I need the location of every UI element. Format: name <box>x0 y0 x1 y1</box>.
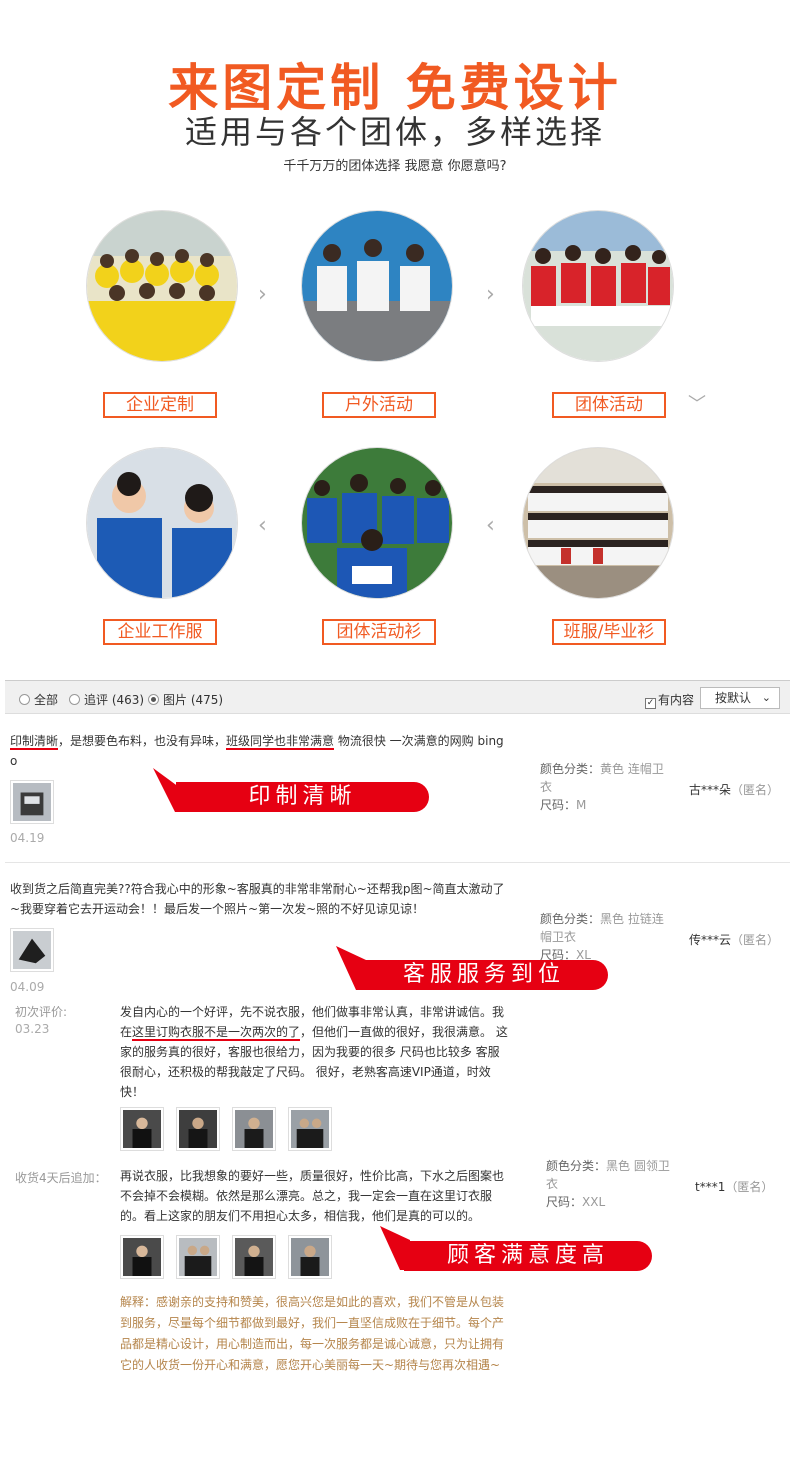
review-1-photo-thumb[interactable] <box>10 780 54 824</box>
review-3-sku: 颜色分类：黑色 圆领卫衣尺码：XXL <box>546 1159 670 1209</box>
review-3-photo-thumb[interactable] <box>232 1107 276 1151</box>
review-divider <box>5 862 790 863</box>
chevron-down-icon: ﹀ <box>688 394 706 415</box>
review-3-followup-photo-thumb[interactable] <box>288 1235 332 1279</box>
review-3-followup-photo-thumb[interactable] <box>232 1235 276 1279</box>
category-label-workwear[interactable]: 企业工作服 <box>103 619 217 645</box>
category-label-enterprise[interactable]: 企业定制 <box>103 392 217 418</box>
category-photo-workwear[interactable] <box>86 447 238 599</box>
review-3-followup-photo-thumb[interactable] <box>176 1235 220 1279</box>
review-2-sku: 颜色分类：黑色 拉链连 帽卫衣 尺码：XL <box>540 912 664 962</box>
chevron-left-icon: ‹ <box>258 513 267 538</box>
chevron-right-icon: › <box>258 282 267 307</box>
filter-followup[interactable]: 追评 (463) <box>69 691 144 708</box>
filter-followup-label: 追评 (463) <box>84 693 145 707</box>
review-2-user: 传***云（匿名） <box>689 933 780 947</box>
seller-reply: 解释：感谢亲的支持和赞美，很高兴您是如此的喜欢，我们不管是从包装 到服务，尽量每… <box>120 1295 505 1372</box>
review-3-photo-thumb[interactable] <box>176 1107 220 1151</box>
followup-label: 收货4天后追加： <box>15 1171 107 1185</box>
first-review-date: 03.23 <box>15 1022 50 1036</box>
radio-icon[interactable] <box>69 694 80 705</box>
highlight-banner-print-clear: 印制清晰 <box>176 782 429 812</box>
checkbox-checked-icon[interactable]: ✓ <box>645 698 656 709</box>
review-1-date: 04.19 <box>10 831 45 845</box>
sort-select[interactable]: 按默认 ⌄ <box>700 687 780 709</box>
highlight-banner-satisfaction: 顾客满意度高 <box>404 1241 652 1271</box>
has-content-label: 有内容 <box>658 693 695 707</box>
filter-pictures[interactable]: 图片 (475) <box>148 691 223 708</box>
review-2-photo-thumb[interactable] <box>10 928 54 972</box>
review-1-sku: 颜色分类：黄色 连帽卫衣尺码：M <box>540 762 664 812</box>
page-tagline: 千千万万的团体选择 我愿意 你愿意吗? <box>283 159 507 174</box>
filter-has-content[interactable]: ✓ 有内容 <box>645 691 694 709</box>
filter-pictures-label: 图片 (475) <box>163 693 224 707</box>
review-3-first-text: 发自内心的一个好评，先不说衣服，他们做事非常认真，非常讲诚信。我 在这里订购衣服… <box>120 1005 508 1099</box>
radio-icon[interactable] <box>19 694 30 705</box>
filter-all[interactable]: 全部 <box>19 691 58 708</box>
filter-all-label: 全部 <box>34 693 59 707</box>
review-3-user: t***1（匿名） <box>695 1180 774 1194</box>
review-3-followup-text: 再说衣服，比我想象的要好一些，质量很好，性价比高，下水之后图案也 不会掉不会模糊… <box>120 1169 505 1223</box>
category-label-team-shirt[interactable]: 团体活动衫 <box>322 619 436 645</box>
radio-selected-icon[interactable] <box>148 694 159 705</box>
first-review-label: 初次评价: <box>15 1005 68 1019</box>
review-1-user: 古***朵（匿名） <box>689 783 780 797</box>
sort-label: 按默认 <box>715 691 752 705</box>
category-photo-team-shirt[interactable] <box>301 447 453 599</box>
highlight-banner-service: 客服服务到位 <box>360 960 608 990</box>
chevron-left-icon: ‹ <box>486 513 495 538</box>
category-label-group-activity[interactable]: 团体活动 <box>552 392 666 418</box>
review-filter-bar: 全部 追评 (463) 图片 (475) ✓ 有内容 按默认 ⌄ <box>5 680 790 714</box>
category-label-class-uniform[interactable]: 班服/毕业衫 <box>552 619 666 645</box>
category-photo-class-uniform[interactable] <box>522 447 674 599</box>
review-3-photo-thumb[interactable] <box>120 1107 164 1151</box>
chevron-down-icon: ⌄ <box>761 691 771 704</box>
review-1-text: 印制清晰，是想要色布料，也没有异味，班级同学也非常满意 物流很快 一次满意的网购… <box>10 734 504 768</box>
review-3-followup-photo-thumb[interactable] <box>120 1235 164 1279</box>
review-2-date: 04.09 <box>10 980 45 994</box>
category-photo-group-activity[interactable] <box>522 210 674 362</box>
chevron-right-icon: › <box>486 282 495 307</box>
review-3-photo-thumb[interactable] <box>288 1107 332 1151</box>
category-photo-enterprise[interactable] <box>86 210 238 362</box>
review-2-text: 收到货之后简直完美??符合我心中的形象~客服真的非常非常耐心~还帮我p图~简直太… <box>10 882 505 916</box>
category-photo-outdoor[interactable] <box>301 210 453 362</box>
category-label-outdoor[interactable]: 户外活动 <box>322 392 436 418</box>
page-subtitle: 适用与各个团体，多样选择 <box>184 113 605 151</box>
